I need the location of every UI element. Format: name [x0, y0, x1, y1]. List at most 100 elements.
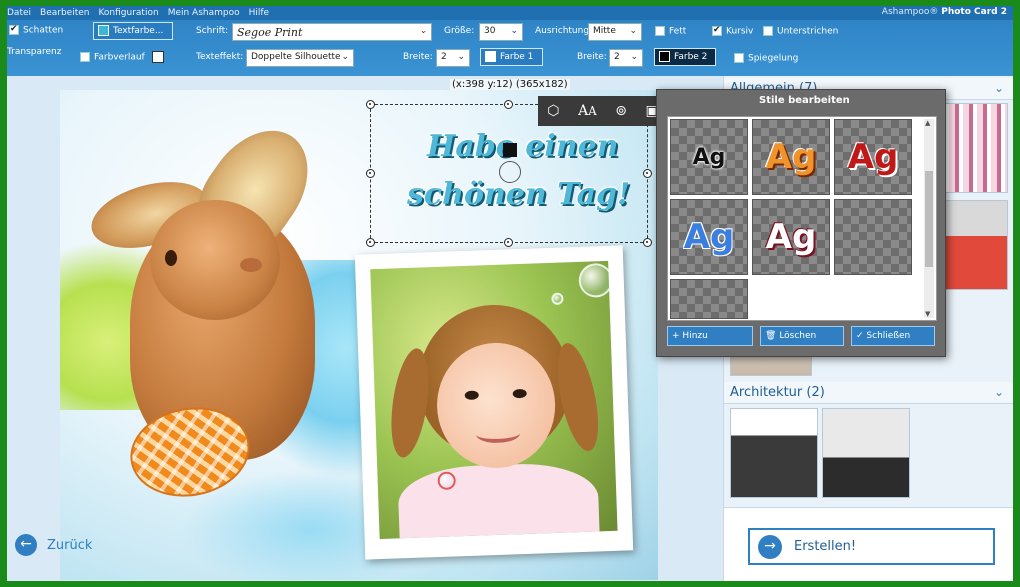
groesse-value: 30 — [484, 26, 496, 36]
chevron-down-icon[interactable]: ⌄ — [994, 382, 1004, 403]
ausrichtung-label: Ausrichtung: — [535, 26, 593, 36]
loeschen-label: Löschen — [779, 331, 817, 341]
breite1-label: Breite: — [403, 52, 433, 62]
farbe2-label: Farbe 2 — [674, 52, 708, 62]
menu-konfiguration[interactable]: Konfiguration — [98, 8, 158, 18]
unterstrichen-label: Unterstrichen — [777, 26, 839, 37]
scroll-down-icon[interactable]: ▼ — [925, 310, 930, 318]
checkbox-icon — [763, 26, 773, 36]
farbe1-button[interactable]: Farbe 1 — [480, 48, 543, 66]
gradient-color-swatch[interactable] — [152, 51, 164, 63]
spiegelung-checkbox[interactable]: Spiegelung — [734, 53, 798, 64]
color2-swatch — [659, 51, 670, 62]
check-icon: ✓ — [856, 331, 864, 341]
style-tile[interactable]: Ag — [752, 199, 830, 275]
menu-hilfe[interactable]: Hilfe — [249, 8, 269, 18]
resize-handle-w[interactable] — [366, 169, 375, 178]
resize-handle-nw[interactable] — [366, 100, 375, 109]
rotate-handle[interactable] — [499, 161, 521, 183]
app-window: Datei Bearbeiten Konfiguration Mein Asha… — [7, 6, 1013, 581]
dialog-title: Stile bearbeiten — [759, 95, 850, 106]
move-handle[interactable] — [503, 143, 517, 157]
style-tile[interactable]: Ag — [752, 119, 830, 195]
shirt — [397, 461, 601, 540]
style-stamp-icon[interactable]: ⊚ — [615, 103, 627, 119]
font-value: Segoe Print — [237, 26, 303, 39]
style-sample: Ag — [692, 144, 726, 170]
kursiv-checkbox[interactable]: Kursiv — [712, 25, 754, 37]
create-button[interactable]: → Erstellen! — [748, 528, 995, 565]
farbverlauf-checkbox[interactable]: Farbverlauf — [80, 52, 145, 63]
breite1-select[interactable]: 2 ⌄ — [436, 49, 470, 67]
object-mini-toolbar: ⬡ AA ⊚ ▣ — [538, 96, 668, 126]
trash-icon: 🗑 — [765, 331, 777, 341]
section-architektur[interactable]: Architektur (2) ⌄ — [724, 382, 1013, 404]
farbe1-label: Farbe 1 — [500, 52, 534, 62]
resize-handle-sw[interactable] — [366, 238, 375, 247]
back-label: Zurück — [47, 537, 93, 553]
checkbox-icon — [712, 25, 722, 36]
schatten-label: Schatten — [23, 25, 64, 36]
menu-bearbeiten[interactable]: Bearbeiten — [40, 8, 89, 18]
style-tile-empty[interactable] — [834, 199, 912, 275]
soap-bubble — [551, 292, 564, 305]
resize-handle-e[interactable] — [643, 169, 652, 178]
textfarbe-label: Textfarbe... — [113, 26, 164, 36]
text-size-icon[interactable]: AA — [578, 103, 597, 119]
schliessen-button[interactable]: ✓ Schließen — [851, 326, 935, 346]
schliessen-label: Schließen — [866, 331, 911, 341]
template-thumbnail[interactable] — [730, 408, 818, 498]
kursiv-label: Kursiv — [726, 26, 754, 37]
hinzu-button[interactable]: + Hinzu — [667, 326, 753, 346]
girl-photo — [370, 260, 618, 540]
style-tile[interactable]: Ag — [670, 119, 748, 195]
style-grid: Ag Ag Ag Ag Ag ▲ ▼ — [667, 116, 937, 321]
text-color-swatch — [98, 25, 109, 36]
groesse-select[interactable]: 30 ⌄ — [479, 23, 523, 41]
resize-handle-s[interactable] — [504, 238, 513, 247]
resize-handle-n[interactable] — [504, 100, 513, 109]
resize-handle-se[interactable] — [643, 238, 652, 247]
schatten-checkbox[interactable]: Schatten — [9, 24, 64, 36]
checkbox-icon — [9, 24, 19, 35]
dialog-scrollbar[interactable]: ▲ ▼ — [924, 119, 934, 318]
unterstrichen-checkbox[interactable]: Unterstrichen — [763, 26, 838, 37]
ausrichtung-value: Mitte — [593, 26, 616, 36]
breite2-select[interactable]: 2 ⌄ — [609, 49, 643, 67]
font-select[interactable]: Segoe Print ⌄ — [232, 23, 432, 41]
scroll-thumb[interactable] — [925, 171, 933, 267]
groesse-label: Größe: — [444, 26, 475, 36]
schrift-label: Schrift: — [196, 26, 229, 36]
menu-datei[interactable]: Datei — [7, 8, 31, 18]
texteffekt-select[interactable]: Doppelte Silhouette ⌄ — [246, 49, 354, 67]
bunny-nose — [240, 258, 262, 272]
app-title: Ashampoo® Photo Card 2 — [881, 7, 1007, 17]
template-thumbnail[interactable] — [822, 408, 910, 498]
fett-checkbox[interactable]: Fett — [655, 26, 686, 37]
style-sample: Ag — [765, 217, 817, 257]
section-title: Architektur (2) — [730, 385, 825, 400]
spiegelung-label: Spiegelung — [748, 53, 799, 64]
texteffekt-value: Doppelte Silhouette — [251, 52, 341, 62]
back-button[interactable]: ← Zurück — [15, 534, 92, 556]
chevron-down-icon[interactable]: ⌄ — [994, 78, 1004, 99]
style-tile-empty[interactable] — [670, 279, 748, 319]
style-sample: Ag — [765, 137, 817, 177]
card-text-line2[interactable]: schönen Tag! — [407, 177, 630, 212]
ausrichtung-select[interactable]: Mitte ⌄ — [588, 23, 642, 41]
loeschen-button[interactable]: 🗑 Löschen — [760, 326, 844, 346]
style-tile[interactable]: Ag — [834, 119, 912, 195]
card-text-line1[interactable]: Habe einen — [427, 129, 618, 164]
farbverlauf-label: Farbverlauf — [94, 52, 145, 63]
soap-bubble — [578, 262, 614, 298]
scroll-up-icon[interactable]: ▲ — [925, 119, 930, 127]
menu-mein-ashampoo[interactable]: Mein Ashampoo — [168, 8, 240, 18]
fett-label: Fett — [669, 26, 687, 37]
3d-cube-icon[interactable]: ⬡ — [547, 103, 559, 119]
checkbox-icon — [655, 26, 665, 36]
textfarbe-button[interactable]: Textfarbe... — [93, 22, 173, 40]
farbe2-button[interactable]: Farbe 2 — [654, 48, 716, 66]
chevron-down-icon: ⌄ — [457, 52, 465, 62]
photo-frame[interactable] — [354, 245, 634, 560]
style-tile[interactable]: Ag — [670, 199, 748, 275]
